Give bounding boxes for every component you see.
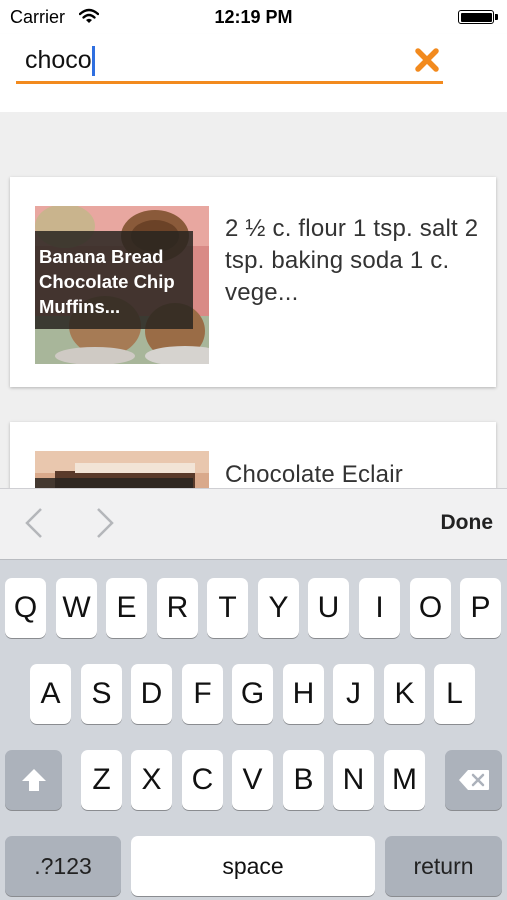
- key-l[interactable]: L: [434, 664, 475, 724]
- key-y[interactable]: Y: [258, 578, 299, 638]
- status-time: 12:19 PM: [214, 7, 293, 27]
- close-icon: [415, 48, 439, 72]
- battery-icon: [458, 10, 494, 24]
- numbers-key[interactable]: .?123: [5, 836, 121, 896]
- key-w[interactable]: W: [56, 578, 97, 638]
- recipe-thumbnail: Banana Bread Chocolate Chip Muffins...: [35, 206, 209, 364]
- previous-field-button[interactable]: [18, 505, 54, 541]
- key-n[interactable]: N: [333, 750, 374, 810]
- recipe-title: Banana Bread Chocolate Chip Muffins...: [35, 231, 193, 329]
- key-j[interactable]: J: [333, 664, 374, 724]
- recipe-description: Chocolate Eclair: [225, 461, 403, 488]
- return-key[interactable]: return: [385, 836, 502, 896]
- status-bar: Carrier 12:19 PM: [0, 0, 507, 34]
- key-x[interactable]: X: [131, 750, 172, 810]
- next-field-button[interactable]: [87, 505, 123, 541]
- key-v[interactable]: V: [232, 750, 273, 810]
- results-list[interactable]: Banana Bread Chocolate Chip Muffins... 2…: [0, 112, 507, 488]
- search-input[interactable]: [16, 40, 443, 84]
- key-e[interactable]: E: [106, 578, 147, 638]
- delete-key[interactable]: [445, 750, 502, 810]
- text-caret: [92, 46, 95, 76]
- key-d[interactable]: D: [131, 664, 172, 724]
- backspace-icon: [458, 770, 489, 790]
- key-b[interactable]: B: [283, 750, 324, 810]
- key-z[interactable]: Z: [81, 750, 122, 810]
- key-c[interactable]: C: [182, 750, 223, 810]
- key-s[interactable]: S: [81, 664, 122, 724]
- key-a[interactable]: A: [30, 664, 71, 724]
- space-key[interactable]: space: [131, 836, 375, 896]
- shift-icon: [21, 769, 46, 791]
- search-bar: [0, 34, 507, 112]
- key-i[interactable]: I: [359, 578, 400, 638]
- recipe-title-overlay: [35, 478, 193, 488]
- key-q[interactable]: Q: [5, 578, 46, 638]
- recipe-card[interactable]: Banana Bread Chocolate Chip Muffins... 2…: [10, 177, 496, 387]
- keyboard: Q W E R T Y U I O P A S D F G H J K L Z …: [0, 559, 507, 900]
- key-f[interactable]: F: [182, 664, 223, 724]
- shift-key[interactable]: [5, 750, 62, 810]
- key-g[interactable]: G: [232, 664, 273, 724]
- chevron-right-icon: [97, 508, 114, 538]
- battery-tip: [495, 14, 498, 20]
- recipe-thumbnail: [35, 451, 209, 488]
- recipe-description: 2 ½ c. flour 1 tsp. salt 2 tsp. baking s…: [225, 215, 479, 306]
- chevron-left-icon: [25, 508, 42, 538]
- key-h[interactable]: H: [283, 664, 324, 724]
- key-o[interactable]: O: [410, 578, 451, 638]
- keyboard-accessory-bar: Done: [0, 488, 507, 559]
- key-r[interactable]: R: [157, 578, 198, 638]
- key-u[interactable]: U: [308, 578, 349, 638]
- key-t[interactable]: T: [207, 578, 248, 638]
- key-m[interactable]: M: [384, 750, 425, 810]
- clear-search-button[interactable]: [410, 40, 444, 80]
- recipe-card[interactable]: Chocolate Eclair: [10, 422, 496, 488]
- key-k[interactable]: K: [384, 664, 425, 724]
- done-button[interactable]: Done: [441, 511, 494, 535]
- key-p[interactable]: P: [460, 578, 501, 638]
